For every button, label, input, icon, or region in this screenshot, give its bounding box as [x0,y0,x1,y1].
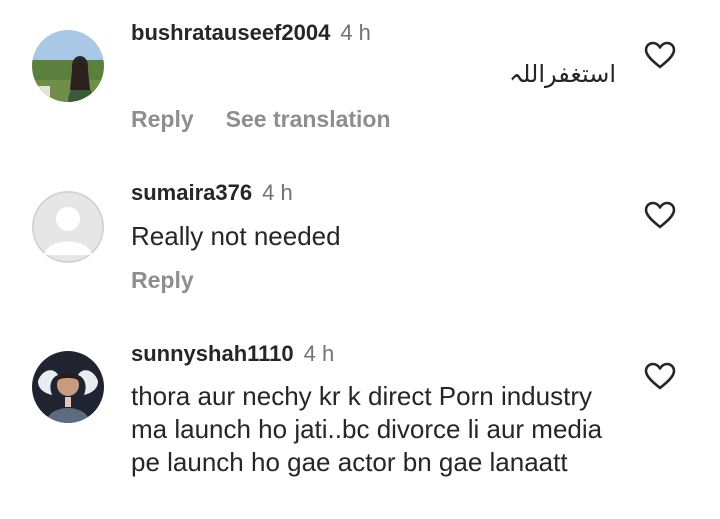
heart-outline-icon[interactable] [643,361,677,391]
reply-button[interactable]: Reply [131,267,194,293]
username-text[interactable]: sumaira376 [131,180,252,205]
username-text[interactable]: bushratauseef2004 [131,20,330,45]
avatar[interactable] [32,191,104,263]
comment-time: 4 h [340,20,371,45]
avatar[interactable] [32,351,104,423]
comment-text: استغفراللہ [509,60,616,88]
comment-username[interactable]: sumaira376 4 h [131,180,293,206]
username-text[interactable]: sunnyshah1110 [131,341,294,366]
comment-text: Really not needed [131,221,341,251]
avatar-image [32,30,104,102]
avatar-image [32,351,104,423]
see-translation-button[interactable]: See translation [226,106,391,132]
comment-username[interactable]: sunnyshah1110 4 h [131,341,334,367]
default-avatar-icon [32,191,104,263]
heart-outline-icon[interactable] [643,200,677,230]
reply-button[interactable]: Reply [131,106,194,132]
comment-actions: Reply [131,267,226,294]
comment-time: 4 h [262,180,293,205]
comment-actions: Reply See translation [131,106,423,133]
heart-outline-icon[interactable] [643,40,677,70]
comment-time: 4 h [303,341,335,366]
comment-username[interactable]: bushratauseef2004 4 h [131,20,371,46]
comment-text: thora aur nechy kr k direct Porn industr… [131,381,603,477]
avatar[interactable] [32,30,104,102]
